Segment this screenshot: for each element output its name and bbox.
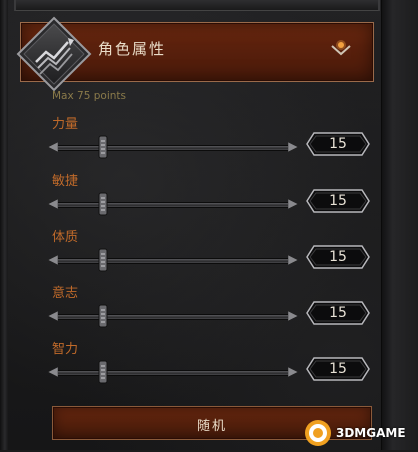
stat-label: 力量 [52,117,79,132]
watermark-logo-icon [305,420,331,446]
stat-value-box[interactable]: 15 [306,189,370,213]
slider-left-cap-icon [48,199,58,209]
slider-track[interactable] [56,145,290,151]
stat-value-box[interactable]: 15 [306,357,370,381]
slider-left-cap-icon [48,142,58,152]
stat-slider[interactable] [48,192,298,216]
left-frame [0,0,8,450]
stat-value-box[interactable]: 15 [306,132,370,156]
slider-track[interactable] [56,258,290,264]
slider-handle[interactable] [98,360,108,384]
stat-value: 15 [329,136,347,152]
slider-handle[interactable] [98,304,108,328]
right-frame [381,0,418,450]
chevron-down-icon[interactable] [330,40,352,58]
stat-value-box[interactable]: 15 [306,245,370,269]
slider-left-cap-icon [48,255,58,265]
slider-right-cap-icon [288,255,298,265]
stat-slider[interactable] [48,304,298,328]
slider-handle[interactable] [98,135,108,159]
slider-right-cap-icon [288,199,298,209]
slider-left-cap-icon [48,367,58,377]
stat-label: 意志 [52,286,79,301]
stat-label: 智力 [52,342,79,357]
slider-right-cap-icon [288,311,298,321]
slider-track[interactable] [56,370,290,376]
slider-track[interactable] [56,202,290,208]
slider-right-cap-icon [288,142,298,152]
stat-value: 15 [329,193,347,209]
stat-slider[interactable] [48,248,298,272]
previous-section-edge [14,0,380,11]
stat-slider[interactable] [48,135,298,159]
stat-value: 15 [329,361,347,377]
slider-handle[interactable] [98,192,108,216]
stat-value: 15 [329,249,347,265]
slider-handle[interactable] [98,248,108,272]
chart-emblem-icon [16,16,92,92]
stat-value-box[interactable]: 15 [306,301,370,325]
slider-right-cap-icon [288,367,298,377]
stat-slider[interactable] [48,360,298,384]
max-points-hint: Max 75 points [52,90,126,102]
site-watermark: 3DMGAME [300,418,416,448]
slider-track[interactable] [56,314,290,320]
slider-left-cap-icon [48,311,58,321]
watermark-text: 3DMGAME [336,426,406,440]
stat-value: 15 [329,305,347,321]
section-title: 角色属性 [98,40,167,58]
stat-label: 敏捷 [52,174,79,189]
stat-label: 体质 [52,230,79,245]
